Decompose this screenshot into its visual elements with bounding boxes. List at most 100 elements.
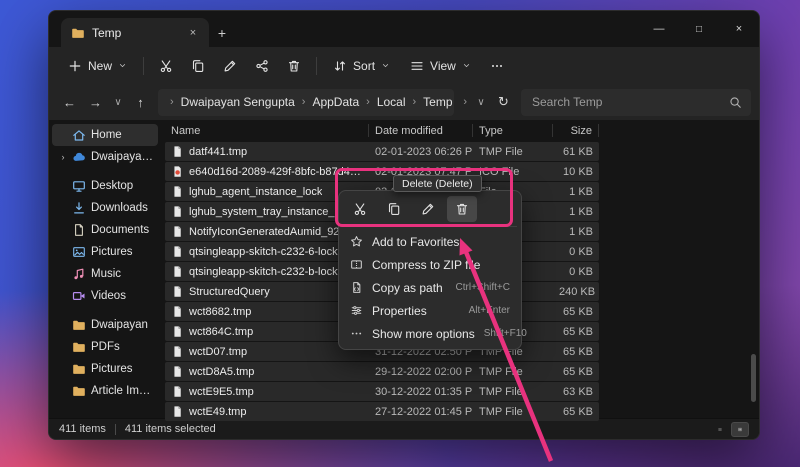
forward-button[interactable]: → <box>83 89 108 115</box>
details-view-button[interactable] <box>711 422 729 437</box>
share-button[interactable] <box>247 52 277 80</box>
file-name: StructuredQuery <box>189 286 270 298</box>
sidebar-item[interactable]: Pictures <box>52 241 158 263</box>
onedrive-icon <box>72 150 86 164</box>
breadcrumb[interactable]: › Dwaipayan Sengupta › AppData › Local <box>158 89 454 116</box>
column-header[interactable]: Type <box>473 124 553 137</box>
file-date-modified: 27-12-2022 01:45 PM <box>369 406 473 418</box>
file-row[interactable]: wctE9E5.tmp 30-12-2022 01:35 PM TMP File… <box>165 382 599 401</box>
sidebar-item[interactable]: PDFs <box>52 336 158 358</box>
new-tab-button[interactable]: + <box>209 18 235 47</box>
sidebar-item[interactable]: › Dwaipayan - Per <box>52 146 158 168</box>
file-name: wctD07.tmp <box>189 346 247 358</box>
breadcrumb-item[interactable]: › AppData <box>298 93 362 111</box>
address-dropdown-button[interactable]: ∨ <box>472 89 490 115</box>
sidebar-item[interactable]: Downloads <box>52 197 158 219</box>
tab-close-button[interactable]: × <box>185 25 201 41</box>
context-menu-item[interactable]: Properties Alt+Enter <box>343 299 517 322</box>
context-menu-item[interactable]: Add to Favorites <box>343 230 517 253</box>
file-icon <box>171 265 184 278</box>
back-button[interactable]: ← <box>57 89 82 115</box>
file-name: datf441.tmp <box>189 146 247 158</box>
context-icon-action[interactable] <box>413 196 443 222</box>
ico-icon <box>171 165 184 178</box>
breadcrumb-link[interactable]: AppData <box>309 93 362 111</box>
minimize-button[interactable]: — <box>639 11 679 47</box>
see-more-button[interactable] <box>482 52 512 80</box>
sidebar-item-label: Documents <box>91 224 149 236</box>
context-menu-item[interactable]: Show more options Shift+F10 <box>343 322 517 345</box>
context-icon-action[interactable] <box>345 196 375 222</box>
file-row[interactable]: datf441.tmp 02-01-2023 06:26 PM TMP File… <box>165 142 599 161</box>
context-icon-action[interactable] <box>379 196 409 222</box>
context-icon-action[interactable] <box>447 196 477 222</box>
sidebar-item[interactable]: Pictures <box>52 358 158 380</box>
sidebar-item[interactable]: Home <box>52 124 158 146</box>
file-name: lghub_agent_instance_lock <box>189 186 322 198</box>
refresh-button[interactable]: ↻ <box>491 89 516 115</box>
cut-button[interactable] <box>151 52 181 80</box>
view-icon <box>410 59 424 73</box>
sidebar-item[interactable]: Music <box>52 263 158 285</box>
sort-button-label: Sort <box>353 59 375 73</box>
large-icons-view-button[interactable] <box>731 422 749 437</box>
breadcrumb-item[interactable]: › Temp <box>409 93 455 111</box>
file-size: 240 KB <box>553 286 599 298</box>
sidebar-item[interactable]: Dwaipayan <box>52 314 158 336</box>
search-box[interactable] <box>521 89 751 116</box>
close-button[interactable]: × <box>719 11 759 47</box>
file-name: wct8682.tmp <box>189 306 251 318</box>
breadcrumb-item[interactable]: › Local <box>362 93 408 111</box>
column-header[interactable]: Name <box>165 124 369 137</box>
scissors-icon <box>159 59 173 73</box>
breadcrumb-separator-icon: › <box>166 96 178 108</box>
file-row[interactable]: wctE49.tmp 27-12-2022 01:45 PM TMP File … <box>165 402 599 421</box>
grid-view-icon <box>738 424 742 435</box>
maximize-button[interactable]: □ <box>679 11 719 47</box>
expander-chevron-icon[interactable]: › <box>59 152 67 162</box>
rename-button[interactable] <box>215 52 245 80</box>
file-size: 1 KB <box>553 226 599 238</box>
sidebar-item-label: Dwaipayan <box>91 319 148 331</box>
scrollbar-thumb[interactable] <box>751 354 756 402</box>
sidebar-item[interactable]: Desktop <box>52 175 158 197</box>
sidebar-item[interactable]: Article Images <box>52 380 158 402</box>
chevron-down-icon <box>462 61 471 70</box>
column-header[interactable]: Date modified <box>369 124 473 137</box>
up-button[interactable]: ↑ <box>128 89 153 115</box>
tab-temp[interactable]: Temp × <box>61 18 209 47</box>
breadcrumb-link[interactable]: Local <box>374 93 409 111</box>
file-name: qtsingleapp-skitch-c232-6-lockfile <box>189 246 352 258</box>
file-row[interactable]: wctD8A5.tmp 29-12-2022 02:00 PM TMP File… <box>165 362 599 381</box>
view-button[interactable]: View <box>401 52 480 80</box>
sidebar-item-label: Pictures <box>91 363 133 375</box>
address-bar: ← → ∨ ↑ › Dwaipayan Sengupta › AppData <box>49 84 759 120</box>
sidebar-item[interactable]: Videos <box>52 285 158 307</box>
rename-icon <box>223 59 237 73</box>
breadcrumb-item[interactable]: › Dwaipayan Sengupta <box>166 93 298 111</box>
selected-count: 411 items selected <box>125 423 216 435</box>
file-row[interactable]: e640d16d-2089-429f-8bfc-b87d49179394.tmp… <box>165 162 599 181</box>
context-menu: Add to Favorites Compress to ZIP file Co… <box>338 190 522 350</box>
sort-button[interactable]: Sort <box>324 52 399 80</box>
file-type: ICO File <box>473 166 553 178</box>
context-menu-item[interactable]: Copy as path Ctrl+Shift+C <box>343 276 517 299</box>
sidebar-item[interactable]: Documents <box>52 219 158 241</box>
delete-button[interactable] <box>279 52 309 80</box>
column-header[interactable]: Size <box>553 124 599 137</box>
scrollbar[interactable] <box>751 120 758 418</box>
search-icon <box>729 96 742 109</box>
status-bar: 411 items 411 items selected <box>49 418 759 439</box>
file-icon <box>171 205 184 218</box>
context-menu-item[interactable]: Compress to ZIP file <box>343 253 517 276</box>
new-button[interactable]: New <box>59 52 136 80</box>
file-icon <box>171 285 184 298</box>
file-icon <box>171 365 184 378</box>
list-view-icon <box>718 424 722 435</box>
file-size: 65 KB <box>553 326 599 338</box>
breadcrumb-link[interactable]: Temp <box>420 93 454 111</box>
recent-locations-button[interactable]: ∨ <box>109 89 127 115</box>
copy-button[interactable] <box>183 52 213 80</box>
breadcrumb-link[interactable]: Dwaipayan Sengupta <box>178 93 298 111</box>
search-input[interactable] <box>530 94 729 110</box>
